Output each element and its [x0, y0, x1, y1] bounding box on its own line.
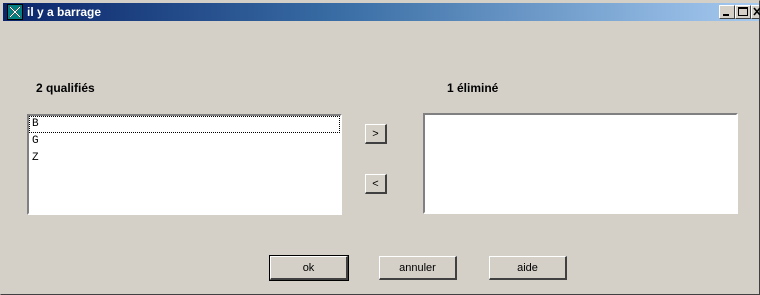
move-right-button[interactable]: >: [365, 124, 387, 144]
list-item[interactable]: Z: [29, 150, 340, 167]
minimize-icon: [723, 14, 729, 16]
list-item[interactable]: B: [29, 116, 340, 133]
maximize-button[interactable]: [735, 5, 751, 19]
qualified-listbox[interactable]: BGZ: [27, 114, 342, 215]
qualified-label: 2 qualifiés: [36, 81, 95, 95]
close-button[interactable]: [751, 5, 760, 19]
move-left-button[interactable]: <: [365, 174, 387, 194]
list-item[interactable]: G: [29, 133, 340, 150]
eliminated-listbox[interactable]: [423, 113, 738, 214]
window-title: il y a barrage: [27, 5, 102, 19]
x-cross-icon[interactable]: [7, 4, 23, 20]
dialog-window: il y a barrage 2 qualifiés 1 éliminé BGZ…: [0, 0, 760, 295]
eliminated-label: 1 éliminé: [447, 81, 499, 95]
maximize-icon: [738, 7, 748, 16]
help-button[interactable]: aide: [489, 256, 567, 280]
close-icon: [753, 7, 760, 16]
minimize-button[interactable]: [719, 5, 735, 19]
ok-button[interactable]: ok: [269, 255, 349, 281]
title-bar[interactable]: il y a barrage: [3, 3, 760, 21]
cancel-button[interactable]: annuler: [379, 256, 457, 280]
